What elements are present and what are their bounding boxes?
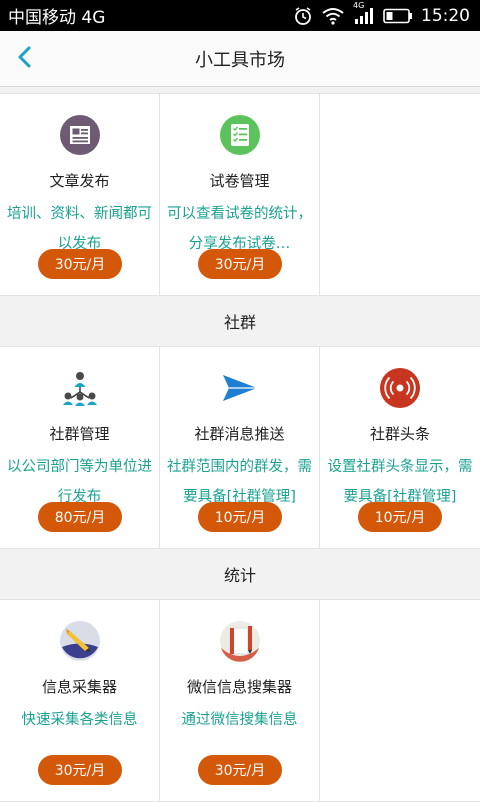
tool-name: 信息采集器	[41, 678, 117, 696]
tool-card-community-management[interactable]: 社群管理 以公司部门等为单位进行发布 80元/月	[0, 347, 160, 548]
clock-time: 15:20	[421, 5, 470, 26]
chevron-left-icon	[15, 45, 33, 73]
price-button[interactable]: 10元/月	[358, 502, 442, 532]
article-icon	[59, 114, 101, 156]
tool-name: 文章发布	[49, 172, 110, 190]
tool-market-content: 文章发布 培训、资料、新闻都可以发布 30元/月 试卷管理 可以查看试卷的统计，…	[0, 93, 480, 802]
price-button[interactable]: 10元/月	[198, 502, 282, 532]
tool-name: 社群消息推送	[194, 425, 285, 443]
tool-grid-statistics: 信息采集器 快速采集各类信息 30元/月 微信信息搜集器 通过微信搜集信息 30…	[0, 599, 480, 802]
tool-card-exam-management[interactable]: 试卷管理 可以查看试卷的统计，分享发布试卷… 30元/月	[160, 94, 320, 295]
section-header-community: 社群	[0, 296, 480, 346]
price-button[interactable]: 30元/月	[198, 249, 282, 279]
tool-card-article-publish[interactable]: 文章发布 培训、资料、新闻都可以发布 30元/月	[0, 94, 160, 295]
status-bar: 中国移动 4G 4G 15:20	[0, 0, 480, 31]
tool-grid-general: 文章发布 培训、资料、新闻都可以发布 30元/月 试卷管理 可以查看试卷的统计，…	[0, 93, 480, 296]
paper-plane-icon	[219, 367, 261, 409]
org-chart-icon	[59, 367, 101, 409]
section-header-statistics: 统计	[0, 549, 480, 599]
tool-name: 试卷管理	[209, 172, 270, 190]
tool-name: 微信信息搜集器	[186, 678, 292, 696]
price-button[interactable]: 30元/月	[38, 755, 122, 785]
battery-icon	[383, 8, 413, 24]
page-title: 小工具市场	[195, 49, 285, 71]
status-icons: 4G 15:20	[293, 1, 470, 26]
tool-card-community-push[interactable]: 社群消息推送 社群范围内的群发，需要具备[社群管理] 10元/月	[160, 347, 320, 548]
price-button[interactable]: 30元/月	[38, 249, 122, 279]
notebook-pencil-icon	[219, 620, 261, 662]
tool-card-wechat-collector[interactable]: 微信信息搜集器 通过微信搜集信息 30元/月	[160, 600, 320, 801]
nav-bar: 小工具市场	[0, 31, 480, 87]
tool-card-info-collector[interactable]: 信息采集器 快速采集各类信息 30元/月	[0, 600, 160, 801]
price-button[interactable]: 30元/月	[198, 755, 282, 785]
tool-name: 社群头条	[369, 425, 430, 443]
price-button[interactable]: 80元/月	[38, 502, 122, 532]
pencil-collector-icon	[59, 620, 101, 662]
alarm-icon	[293, 6, 313, 26]
tool-card-community-headline[interactable]: 社群头条 设置社群头条显示，需要具备[社群管理] 10元/月	[320, 347, 480, 548]
network-badge: 4G	[353, 0, 365, 10]
tool-name: 社群管理	[49, 425, 110, 443]
carrier-label: 中国移动 4G	[8, 8, 106, 28]
exam-checklist-icon	[219, 114, 261, 156]
broadcast-icon	[379, 367, 421, 409]
back-button[interactable]	[6, 41, 42, 77]
empty-cell	[320, 600, 480, 801]
wifi-icon	[321, 7, 345, 25]
tool-grid-community: 社群管理 以公司部门等为单位进行发布 80元/月 社群消息推送 社群范围内的群发…	[0, 346, 480, 549]
empty-cell	[320, 94, 480, 295]
signal-icon: 4G	[353, 1, 375, 25]
